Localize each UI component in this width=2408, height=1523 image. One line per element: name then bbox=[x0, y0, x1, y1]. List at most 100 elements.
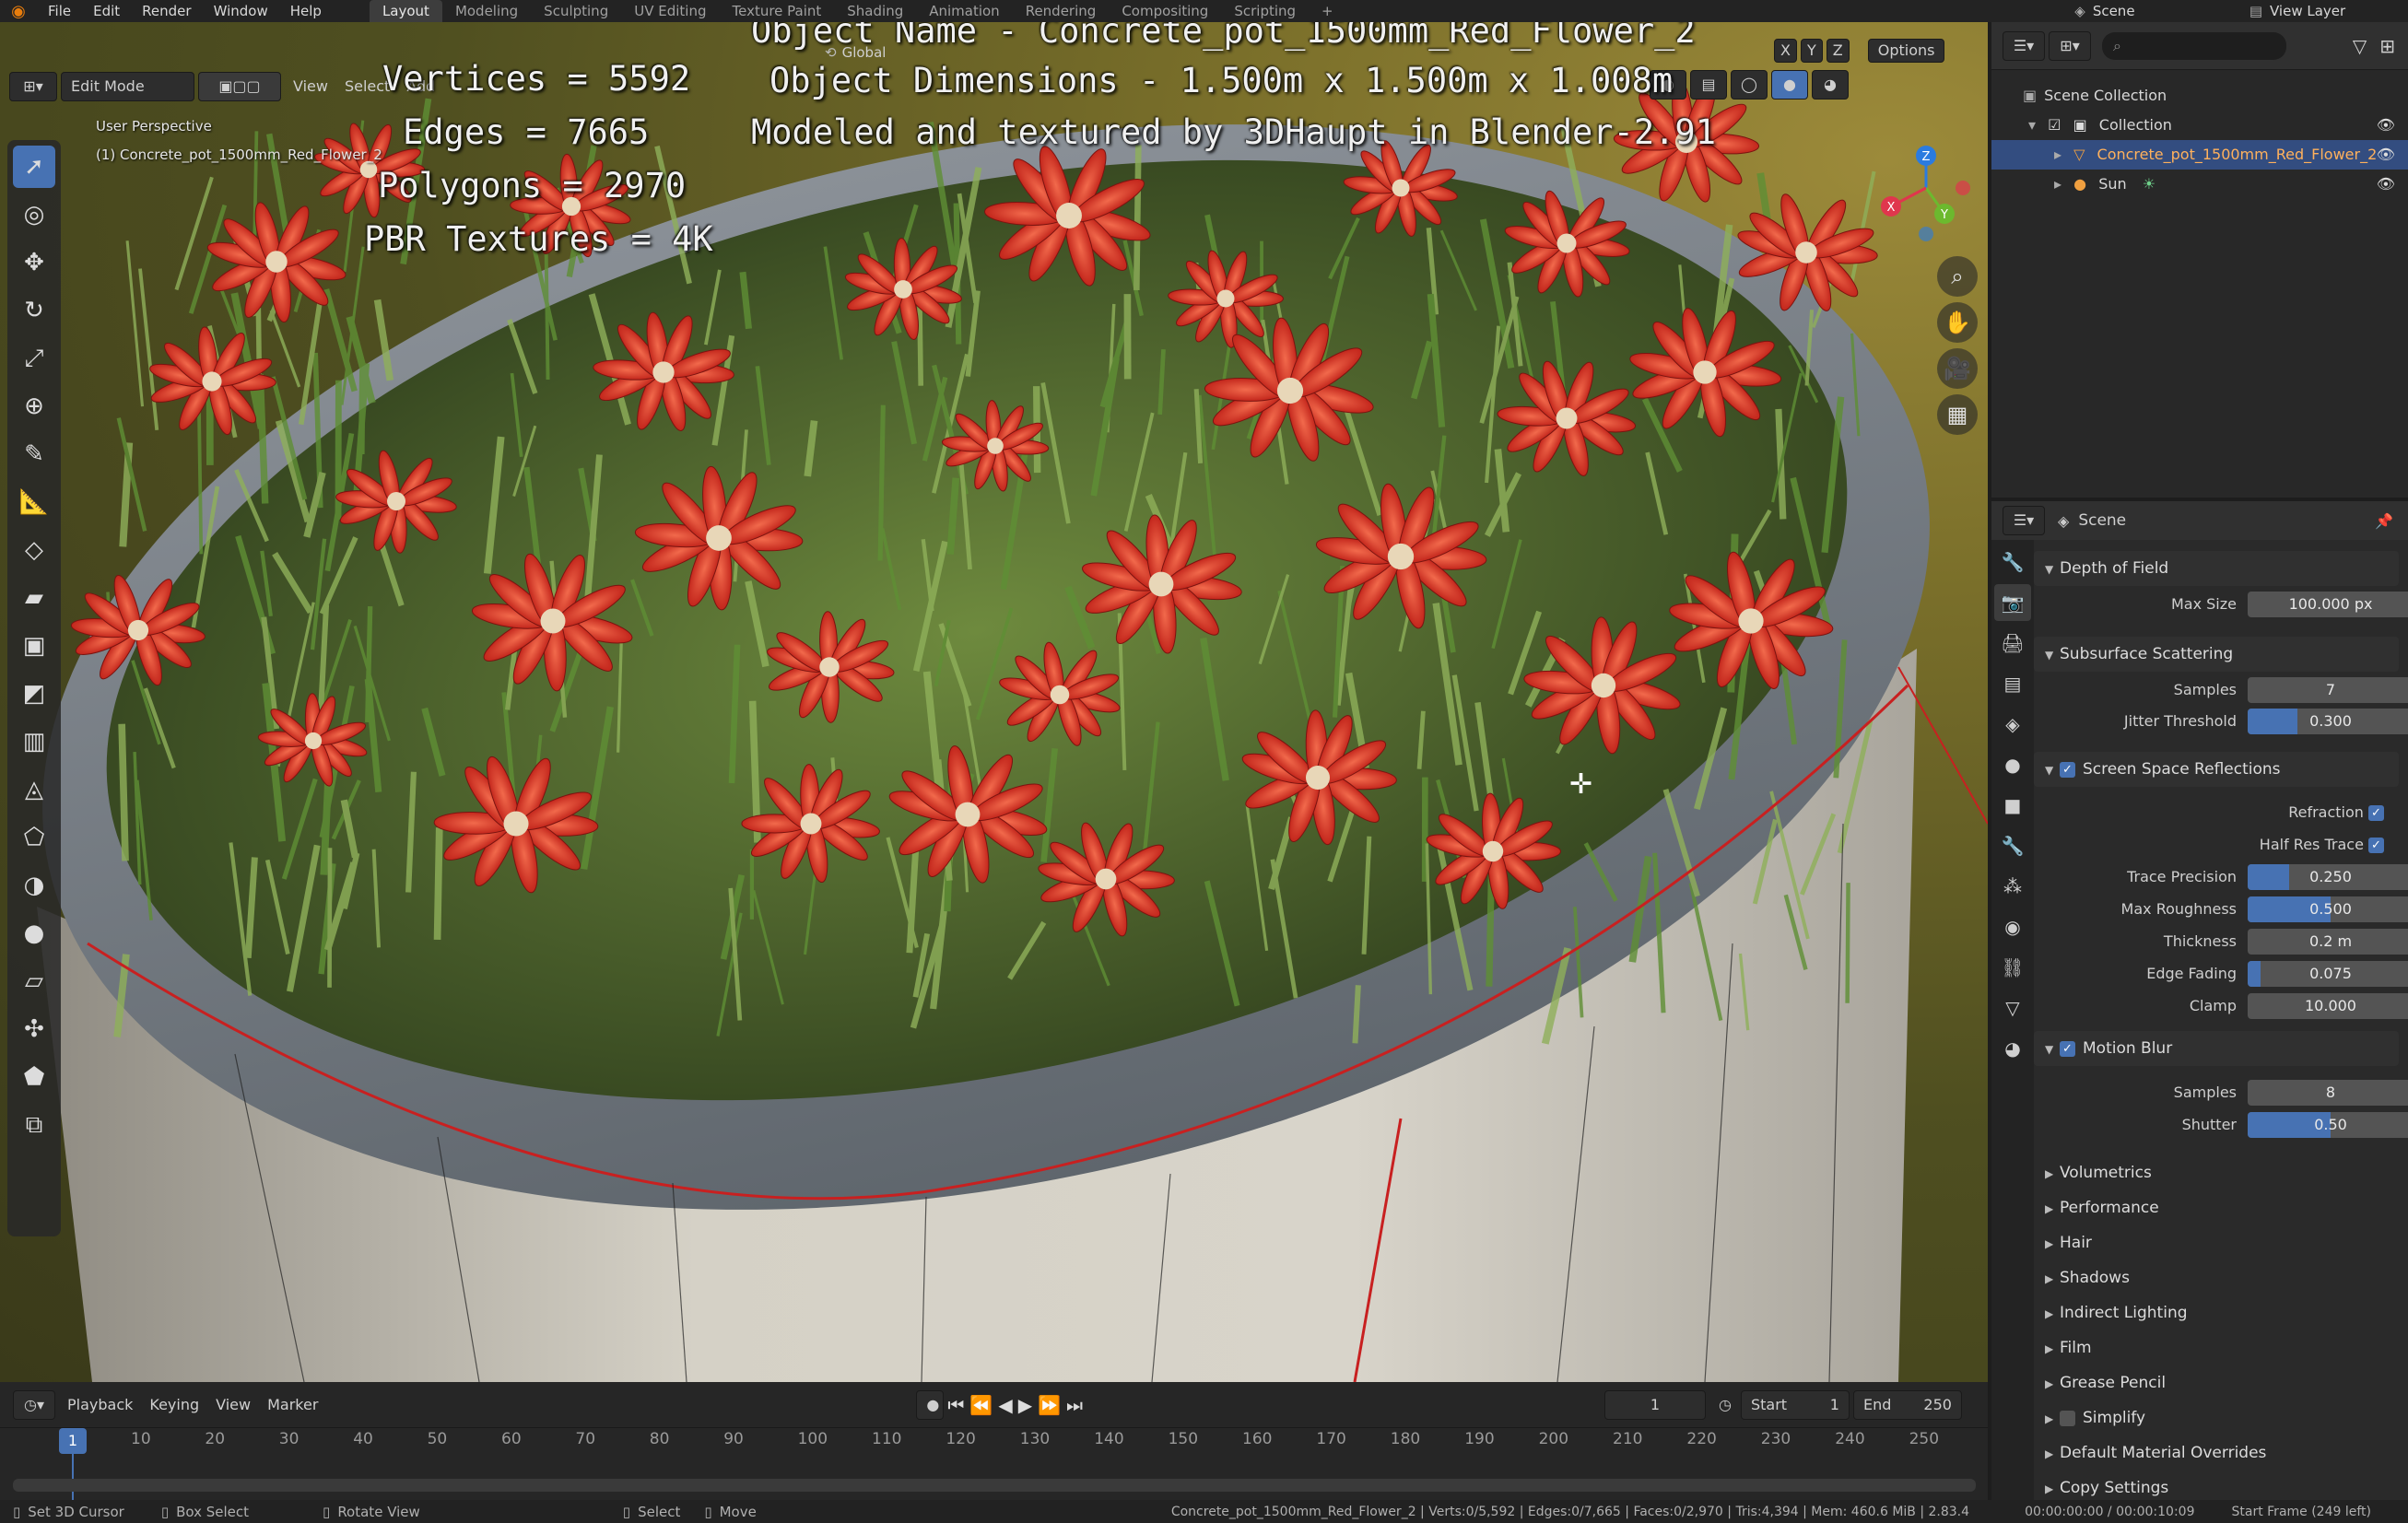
tab-shading[interactable]: Shading bbox=[834, 0, 916, 22]
render-tab-icon[interactable]: 📷 bbox=[1994, 584, 2031, 621]
physics-tab-icon[interactable]: ◉ bbox=[1994, 908, 2031, 945]
jitter-threshold-slider[interactable]: 0.300 bbox=[2248, 709, 2408, 734]
editor-type-icon[interactable]: ⊞▾ bbox=[9, 72, 57, 101]
constraints-tab-icon[interactable]: ⛓ bbox=[1994, 949, 2031, 986]
visibility-eye-icon[interactable]: 👁 bbox=[2377, 140, 2395, 170]
refraction-checkbox[interactable]: ✓ bbox=[2368, 805, 2384, 821]
perspective-grid-icon[interactable]: ▦ bbox=[1937, 394, 1978, 435]
blender-logo-icon[interactable]: ◉ bbox=[0, 2, 37, 21]
mode-selector[interactable]: Edit Mode bbox=[61, 72, 194, 101]
panel-grease-pencil[interactable]: ▶ Grease Pencil bbox=[2034, 1365, 2399, 1400]
tab-compositing[interactable]: Compositing bbox=[1109, 0, 1221, 22]
mb-samples-field[interactable]: 8 bbox=[2248, 1080, 2408, 1106]
filter-type-icon[interactable]: ⊞▾ bbox=[2049, 30, 2091, 61]
options-button[interactable]: Options bbox=[1867, 39, 1945, 63]
view-layer-icon[interactable]: ▤ bbox=[2249, 3, 2262, 19]
tab-animation[interactable]: Animation bbox=[916, 0, 1012, 22]
extrude-tool-icon[interactable]: ▰ bbox=[13, 577, 55, 619]
view-layer-selector[interactable]: View Layer bbox=[2270, 3, 2408, 19]
inset-tool-icon[interactable]: ▣ bbox=[13, 625, 55, 667]
poly-build-tool-icon[interactable]: ⬠ bbox=[13, 816, 55, 859]
filter-icon[interactable]: ▽ bbox=[2353, 35, 2367, 57]
menu-view[interactable]: View bbox=[285, 72, 336, 101]
panel-performance[interactable]: ▶ Performance bbox=[2034, 1190, 2399, 1225]
modifier-tab-icon[interactable]: 🔧 bbox=[1994, 827, 2031, 864]
panel-indirect-lighting[interactable]: ▶ Indirect Lighting bbox=[2034, 1295, 2399, 1330]
tab-sculpting[interactable]: Sculpting bbox=[531, 0, 621, 22]
max-size-field[interactable]: 100.000 px bbox=[2248, 592, 2408, 617]
spin-tool-icon[interactable]: ◑ bbox=[13, 864, 55, 907]
cursor-tool-icon[interactable]: ◎ bbox=[13, 193, 55, 236]
axis-y-toggle[interactable]: Y bbox=[1800, 39, 1823, 63]
panel-film[interactable]: ▶ Film bbox=[2034, 1330, 2399, 1365]
scale-tool-icon[interactable]: ⤢ bbox=[13, 337, 55, 380]
panel-default-material-overrides[interactable]: ▶ Default Material Overrides bbox=[2034, 1435, 2399, 1470]
tab-modeling[interactable]: Modeling bbox=[442, 0, 531, 22]
menu-edit[interactable]: Edit bbox=[82, 0, 131, 22]
expand-down-icon[interactable]: ▾ bbox=[2028, 116, 2036, 134]
ssr-enable-checkbox[interactable]: ✓ bbox=[2060, 761, 2075, 778]
editor-type-icon[interactable]: ☰▾ bbox=[2003, 506, 2045, 535]
move-tool-icon[interactable]: ✥ bbox=[13, 241, 55, 284]
menu-help[interactable]: Help bbox=[279, 0, 333, 22]
shear-tool-icon[interactable]: ⬟ bbox=[13, 1056, 55, 1098]
outliner-item-collection[interactable]: ▾ ☑ ▣ Collection 👁 bbox=[1991, 111, 2408, 140]
half-res-trace-checkbox[interactable]: ✓ bbox=[2368, 838, 2384, 853]
scene-tab-icon[interactable]: ◈ bbox=[1994, 706, 2031, 743]
outliner-scene-collection[interactable]: ▣ Scene Collection bbox=[1991, 81, 2408, 111]
shrink-fatten-tool-icon[interactable]: ✣ bbox=[13, 1008, 55, 1050]
object-tab-icon[interactable]: ■ bbox=[1994, 787, 2031, 824]
material-shading-icon[interactable]: ● bbox=[1771, 70, 1808, 100]
playhead[interactable]: 1 bbox=[59, 1428, 87, 1454]
edge-fading-slider[interactable]: 0.075 bbox=[2248, 961, 2408, 987]
tab-uv-editing[interactable]: UV Editing bbox=[621, 0, 719, 22]
trace-precision-slider[interactable]: 0.250 bbox=[2248, 864, 2408, 890]
xray-icon[interactable]: ▤ bbox=[1690, 70, 1727, 100]
menu-file[interactable]: File bbox=[37, 0, 82, 22]
material-tab-icon[interactable]: ◕ bbox=[1994, 1030, 2031, 1067]
transform-tool-icon[interactable]: ⊕ bbox=[13, 385, 55, 428]
panel-screen-space-reflections[interactable]: ▼ ✓ Screen Space Reflections bbox=[2034, 752, 2399, 787]
outliner-search-input[interactable]: ⌕ bbox=[2102, 31, 2286, 60]
panel-depth-of-field[interactable]: ▼ Depth of Field bbox=[2034, 551, 2399, 586]
smooth-tool-icon[interactable]: ● bbox=[13, 912, 55, 955]
tab-texture-paint[interactable]: Texture Paint bbox=[719, 0, 834, 22]
panel-subsurface-scattering[interactable]: ▼ Subsurface Scattering bbox=[2034, 637, 2399, 672]
display-mode-icon[interactable]: ☰▾ bbox=[2003, 30, 2045, 61]
bevel-tool-icon[interactable]: ◩ bbox=[13, 673, 55, 715]
visibility-eye-icon[interactable]: 👁 bbox=[2377, 170, 2395, 199]
edge-slide-tool-icon[interactable]: ▱ bbox=[13, 960, 55, 1002]
panel-volumetrics[interactable]: ▶ Volumetrics bbox=[2034, 1155, 2399, 1190]
panel-motion-blur[interactable]: ▼ ✓ Motion Blur bbox=[2034, 1031, 2399, 1066]
tab-layout[interactable]: Layout bbox=[369, 0, 442, 22]
rip-tool-icon[interactable]: ⧉ bbox=[13, 1104, 55, 1146]
orientation-gizmo[interactable]: Z Y X bbox=[1871, 123, 1972, 252]
measure-tool-icon[interactable]: 📐 bbox=[13, 481, 55, 523]
axis-z-toggle[interactable]: Z bbox=[1826, 39, 1850, 63]
timeline-scrollbar[interactable] bbox=[13, 1479, 1976, 1492]
mirror-axes[interactable]: X Y Z Options bbox=[1774, 39, 1948, 63]
data-tab-icon[interactable]: ▽ bbox=[1994, 990, 2031, 1026]
pan-hand-icon[interactable]: ✋ bbox=[1937, 302, 1978, 343]
motion-blur-checkbox[interactable]: ✓ bbox=[2060, 1040, 2075, 1057]
checkbox-icon[interactable]: ☑ bbox=[2048, 116, 2061, 134]
zoom-icon[interactable]: ⌕ bbox=[1937, 256, 1978, 297]
menu-window[interactable]: Window bbox=[203, 0, 279, 22]
scene-selector[interactable]: Scene bbox=[2093, 3, 2249, 19]
outliner-item-sun[interactable]: ▸ ● Sun ☀ 👁 bbox=[1991, 170, 2408, 199]
world-tab-icon[interactable]: ● bbox=[1994, 746, 2031, 783]
add-workspace-icon[interactable]: + bbox=[1309, 0, 1346, 22]
panel-simplify[interactable]: ▶ Simplify bbox=[2034, 1400, 2399, 1435]
panel-hair[interactable]: ▶ Hair bbox=[2034, 1225, 2399, 1260]
clamp-field[interactable]: 10.000 bbox=[2248, 993, 2408, 1019]
shutter-slider[interactable]: 0.50 bbox=[2248, 1112, 2408, 1138]
new-collection-icon[interactable]: ⊞ bbox=[2379, 35, 2395, 57]
add-cube-tool-icon[interactable]: ◇ bbox=[13, 529, 55, 571]
loop-cut-tool-icon[interactable]: ▥ bbox=[13, 720, 55, 763]
camera-icon[interactable]: 🎥 bbox=[1937, 348, 1978, 389]
scene-icon[interactable]: ◈ bbox=[2074, 3, 2085, 19]
tab-rendering[interactable]: Rendering bbox=[1013, 0, 1110, 22]
thickness-field[interactable]: 0.2 m bbox=[2248, 929, 2408, 955]
tool-tab-icon[interactable]: 🔧 bbox=[1994, 544, 2031, 580]
expand-right-icon[interactable]: ▸ bbox=[2054, 146, 2061, 163]
